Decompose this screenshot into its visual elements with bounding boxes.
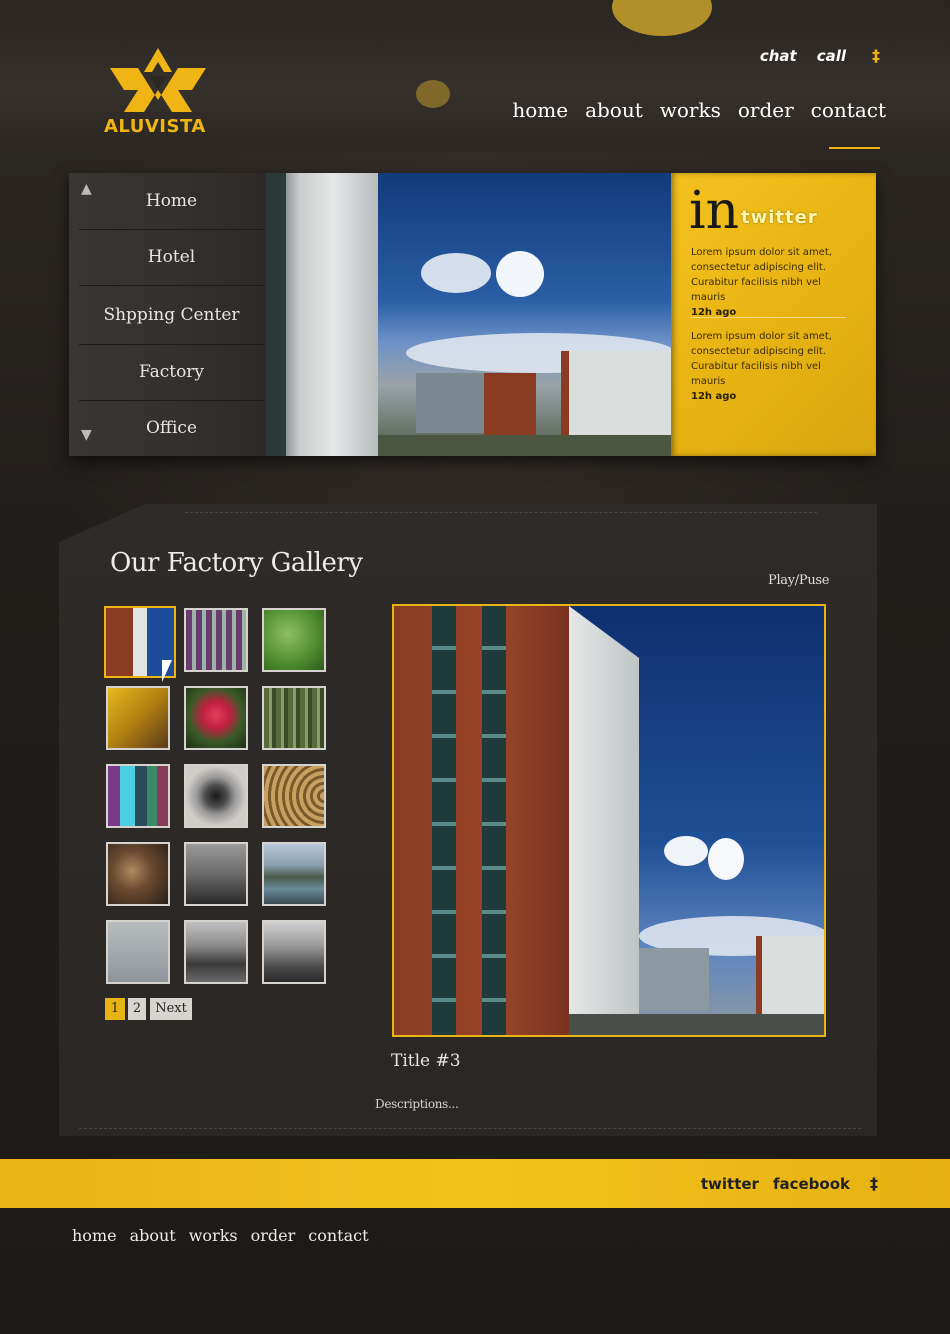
- footer-nav-order[interactable]: order: [251, 1226, 296, 1245]
- cursor-arrow-icon: [162, 660, 172, 682]
- main-nav: home about works order contact: [512, 98, 886, 122]
- hero-image: [266, 173, 671, 456]
- rss-icon[interactable]: ‡: [870, 1174, 878, 1193]
- chat-link[interactable]: chat: [760, 47, 797, 65]
- nav-contact[interactable]: contact: [811, 98, 886, 122]
- twitter-feed: in twitter Lorem ipsum dolor sit amet, c…: [671, 173, 876, 456]
- gallery-thumbnail[interactable]: [262, 608, 326, 672]
- gallery-thumbnail[interactable]: [106, 686, 170, 750]
- twitter-in-label: in: [689, 181, 740, 241]
- twitter-brand-label[interactable]: twitter: [741, 207, 818, 228]
- nav-about[interactable]: about: [585, 98, 643, 122]
- active-nav-indicator: [829, 147, 880, 149]
- footer-nav-home[interactable]: home: [72, 1226, 117, 1245]
- gallery-thumbnail[interactable]: [106, 842, 170, 906]
- side-menu-item-factory[interactable]: Factory: [79, 344, 264, 401]
- chevron-down-icon[interactable]: ▼: [81, 427, 92, 443]
- call-link[interactable]: call: [817, 47, 846, 65]
- social-links: twitter facebook ‡: [701, 1174, 878, 1193]
- gallery-thumbnail[interactable]: [184, 920, 248, 984]
- brand-name[interactable]: ALUVISTA: [104, 116, 206, 137]
- gallery-thumbnail[interactable]: [106, 764, 170, 828]
- gallery-image-description: Descriptions...: [375, 1097, 459, 1111]
- side-menu-item-home[interactable]: Home: [79, 173, 264, 230]
- tweet-item: Lorem ipsum dolor sit amet, consectetur …: [691, 329, 856, 404]
- nav-works[interactable]: works: [660, 98, 721, 122]
- footer-nav-contact[interactable]: contact: [308, 1226, 368, 1245]
- cloud: [496, 251, 544, 297]
- side-menu-item-hotel[interactable]: Hotel: [79, 229, 264, 286]
- cloud: [708, 838, 744, 880]
- gallery-thumbnail[interactable]: [184, 686, 248, 750]
- gallery-main-image: [392, 604, 826, 1037]
- gallery-thumbnail[interactable]: [262, 686, 326, 750]
- pagination-page-2[interactable]: 2: [128, 998, 146, 1020]
- side-menu-item-shopping-center[interactable]: Shpping Center: [79, 286, 264, 345]
- tweet-time: 12h ago: [691, 391, 737, 402]
- footer-nav-works[interactable]: works: [189, 1226, 238, 1245]
- pagination-page-1[interactable]: 1: [105, 998, 125, 1020]
- pagination-next-button[interactable]: Next: [150, 998, 192, 1020]
- gallery-thumbnail[interactable]: [184, 608, 248, 672]
- tweet-text: Lorem ipsum dolor sit amet, consectetur …: [691, 331, 832, 387]
- gallery-image-title: Title #3: [391, 1051, 461, 1071]
- play-pause-button[interactable]: Play/Puse: [768, 573, 829, 588]
- tweet-text: Lorem ipsum dolor sit amet, consectetur …: [691, 247, 832, 303]
- rss-icon[interactable]: ‡: [872, 46, 880, 65]
- gallery-thumbnail[interactable]: [262, 842, 326, 906]
- gallery-thumbnail[interactable]: [262, 764, 326, 828]
- gallery-thumbnail[interactable]: [184, 842, 248, 906]
- cloud: [664, 836, 708, 866]
- hero-section: ▲ Home Hotel Shpping Center Factory Offi…: [69, 173, 876, 456]
- aluvista-logo-icon[interactable]: [108, 46, 208, 114]
- side-menu-item-office[interactable]: Office: [79, 400, 264, 456]
- divider: [79, 1128, 861, 1129]
- twitter-link[interactable]: twitter: [701, 1175, 759, 1193]
- facebook-link[interactable]: facebook: [773, 1175, 850, 1193]
- gallery-title: Our Factory Gallery: [110, 548, 363, 578]
- side-menu: ▲ Home Hotel Shpping Center Factory Offi…: [69, 173, 266, 456]
- gallery-thumbnail[interactable]: [184, 764, 248, 828]
- divider: [185, 512, 817, 513]
- tweet-item: Lorem ipsum dolor sit amet, consectetur …: [691, 245, 856, 320]
- nav-order[interactable]: order: [738, 98, 794, 122]
- gallery-thumbnail[interactable]: [106, 920, 170, 984]
- top-links: chat call ‡: [760, 46, 880, 65]
- footer-nav-about[interactable]: about: [130, 1226, 176, 1245]
- nav-home[interactable]: home: [512, 98, 568, 122]
- gallery-thumbnail[interactable]: [262, 920, 326, 984]
- paint-splat-decoration: [416, 80, 450, 108]
- paint-splat-decoration: [612, 0, 712, 36]
- divider: [691, 317, 846, 318]
- footer-nav: home about works order contact: [72, 1226, 369, 1245]
- cloud: [421, 253, 491, 293]
